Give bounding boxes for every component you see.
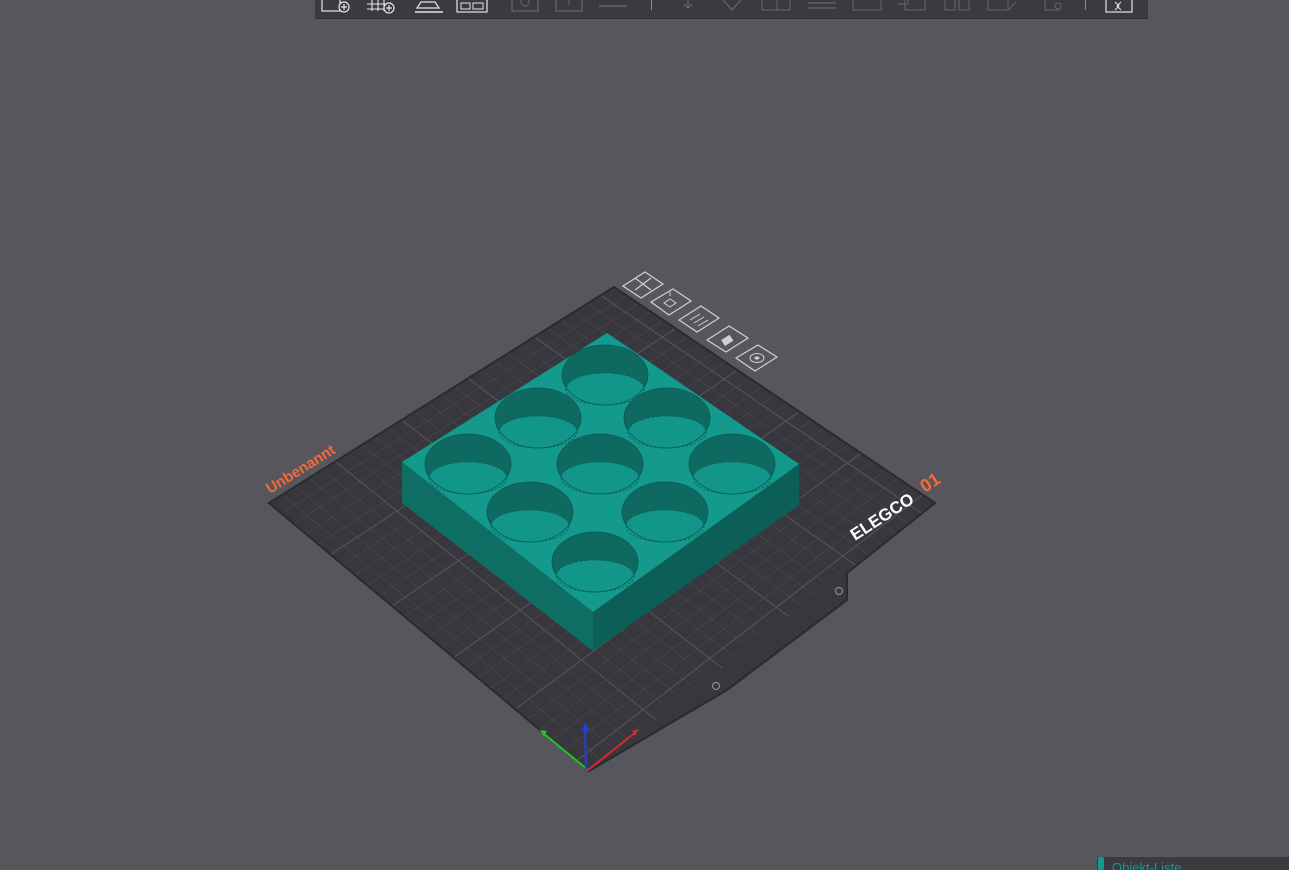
lock-plate-button[interactable] (705, 325, 750, 353)
z-axis (584, 724, 587, 771)
object-list-label: Objekt-Liste (1112, 860, 1182, 870)
3d-viewport[interactable]: Unbenannt ELEGCO 01 (0, 0, 1289, 870)
model-hole (621, 481, 709, 543)
close-icon (634, 277, 652, 291)
plate-settings-button[interactable] (734, 344, 779, 372)
arrange-plate-button[interactable] (677, 305, 721, 333)
object-list-accent (1098, 857, 1104, 870)
orient-plate-button[interactable] (649, 288, 693, 316)
model-hole (494, 387, 582, 449)
lock-icon (721, 334, 734, 347)
model-hole (556, 433, 644, 495)
object-list-panel[interactable]: Objekt-Liste (1097, 857, 1289, 870)
delete-plate-button[interactable] (621, 271, 665, 299)
arrange-icon (689, 313, 709, 327)
model-hole (561, 344, 649, 406)
orient-icon (663, 292, 677, 308)
model-hole (424, 433, 512, 495)
model-hole (551, 531, 639, 593)
model-hole (688, 433, 776, 495)
model-hole (486, 481, 574, 543)
model-hole (623, 387, 711, 449)
